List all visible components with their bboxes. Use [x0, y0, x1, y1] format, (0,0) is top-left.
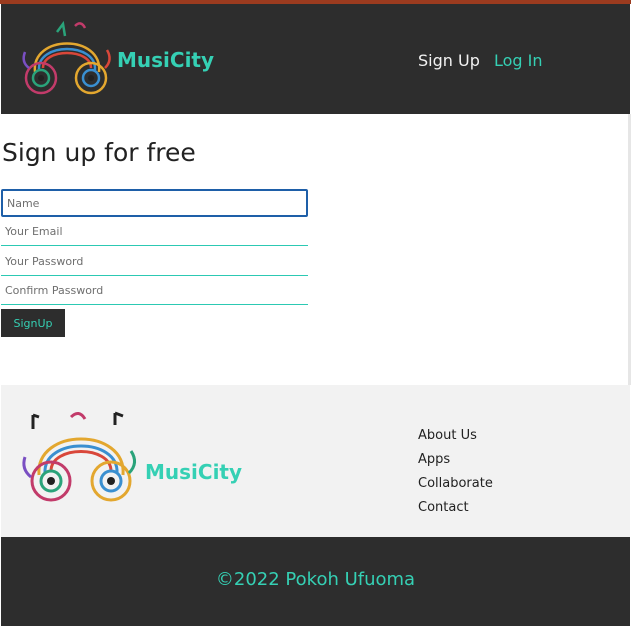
- brand-name[interactable]: MusiCity: [117, 48, 214, 72]
- password-field[interactable]: [1, 248, 308, 276]
- footer-link-apps[interactable]: Apps: [418, 452, 493, 476]
- confirm-password-field[interactable]: [1, 277, 308, 305]
- copyright-text: ©2022 Pokoh Ufuoma: [215, 569, 416, 590]
- footer-panel: MusiCity About Us Apps Collaborate Conta…: [1, 385, 630, 537]
- page-title: Sign up for free: [2, 138, 196, 167]
- headphones-logo-icon: [22, 411, 136, 502]
- signup-submit-button[interactable]: SignUp: [1, 309, 65, 337]
- nav-login-link[interactable]: Log In: [494, 51, 543, 70]
- footer-bar: ©2022 Pokoh Ufuoma: [1, 537, 630, 626]
- site-header: MusiCity Sign Up Log In: [1, 4, 630, 114]
- footer-link-collaborate[interactable]: Collaborate: [418, 476, 493, 500]
- headphones-logo-icon[interactable]: [17, 12, 117, 108]
- footer-brand-name[interactable]: MusiCity: [145, 460, 242, 484]
- name-field[interactable]: [1, 189, 308, 217]
- nav-signup-link[interactable]: Sign Up: [418, 51, 480, 70]
- email-field[interactable]: [1, 218, 308, 246]
- footer-link-contact[interactable]: Contact: [418, 500, 493, 524]
- footer-links: About Us Apps Collaborate Contact: [418, 428, 493, 524]
- footer-link-about[interactable]: About Us: [418, 428, 493, 452]
